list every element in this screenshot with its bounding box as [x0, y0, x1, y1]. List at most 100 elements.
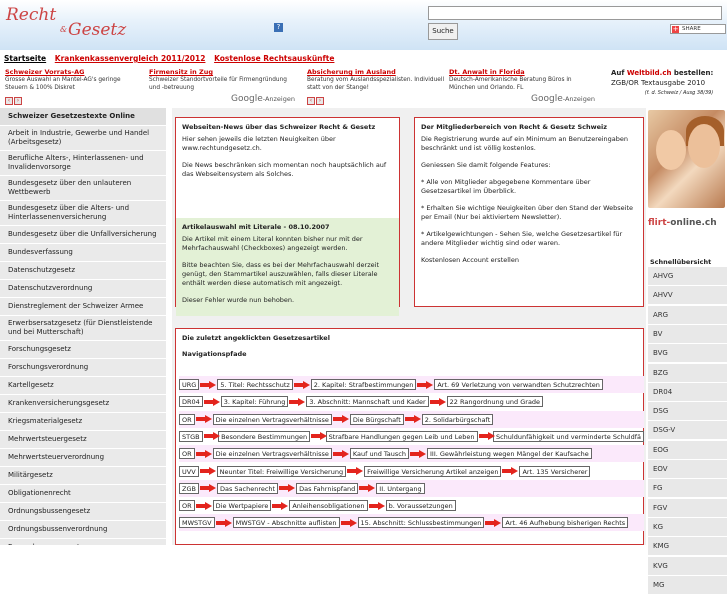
breadcrumb-link[interactable]: 22 Rangordnung und Grade [446, 396, 544, 408]
share-button[interactable]: + SHARE [670, 24, 726, 34]
breadcrumb-link[interactable]: Kauf und Tausch [349, 448, 409, 460]
help-icon[interactable]: ? [274, 23, 283, 32]
breadcrumb-link[interactable]: II. Untergang [376, 482, 425, 494]
breadcrumb-link[interactable]: Art. 69 Verletzung von verwandten Schutz… [434, 379, 603, 390]
breadcrumb-link[interactable]: Art. 46 Aufhebung bisherigen Rechts [502, 517, 629, 529]
ad-title[interactable]: Dt. Anwalt in Florida [449, 68, 587, 76]
create-account-link[interactable]: Kostenlosen Account erstellen [421, 256, 637, 265]
breadcrumb-link[interactable]: Schuldunfähigkeit und verminderte Schuld… [492, 430, 644, 442]
sidebar-item[interactable]: Erwerbsersatzgesetz (für Dienstleistende… [0, 315, 166, 340]
weltbild-link[interactable]: Weltbild.ch [627, 69, 672, 77]
sidebar-item[interactable]: Datenschutzgesetz [0, 261, 166, 279]
quick-link[interactable]: AHVG [648, 266, 727, 285]
breadcrumb-link[interactable]: III. Gewährleistung wegen Mängel der Kau… [426, 448, 592, 460]
sidebar-item[interactable]: Kartellgesetz [0, 376, 166, 394]
quick-link[interactable]: DR04 [648, 381, 727, 401]
breadcrumb-link[interactable]: Das Sachenrecht [216, 482, 279, 494]
breadcrumb-link[interactable]: Besondere Bestimmungen [218, 430, 311, 442]
sidebar-item[interactable]: Kriegsmaterialgesetz [0, 412, 166, 430]
quick-link[interactable]: DSG-V [648, 420, 727, 440]
sidebar-item[interactable]: Arbeit in Industrie, Gewerbe und Handel … [0, 125, 166, 150]
next-arrow-icon[interactable]: › [14, 97, 22, 105]
quick-link[interactable]: AHVV [648, 285, 727, 305]
breadcrumb-link[interactable]: Strafbare Handlungen gegen Leib und Lebe… [325, 430, 478, 442]
breadcrumb-link[interactable]: UVV [179, 465, 199, 477]
breadcrumb-link[interactable]: 3. Abschnitt: Mannschaft und Kader [306, 396, 429, 408]
flirt-logo[interactable]: flirt-online.ch [648, 218, 717, 228]
breadcrumb-link[interactable]: MWSTGV - Abschnitte auflisten [232, 517, 340, 529]
sidebar-item[interactable]: Bundesgesetz über die Alters- und Hinter… [0, 200, 166, 225]
ad-title[interactable]: Absicherung im Ausland [307, 68, 445, 76]
sidebar-item[interactable]: Obligationenrecht [0, 484, 166, 502]
sidebar-item[interactable]: Krankenversicherungsgesetz [0, 394, 166, 412]
breadcrumb-link[interactable]: ZGB [179, 482, 199, 494]
sidebar-item[interactable]: Datenschutzverordnung [0, 279, 166, 297]
search-button[interactable]: Suche [428, 23, 458, 40]
sidebar-item[interactable]: Dienstreglement der Schweizer Armee [0, 297, 166, 315]
sidebar-item[interactable]: Bundesverfassung [0, 243, 166, 261]
quick-link[interactable]: EOV [648, 459, 727, 478]
breadcrumb-link[interactable]: STGB [179, 430, 203, 442]
quick-link[interactable]: KMG [648, 536, 727, 556]
breadcrumb-link[interactable]: Neunter Titel: Freiwillige Versicherung [216, 465, 347, 477]
google-ads-label[interactable]: Google-Anzeigen [231, 94, 295, 104]
quick-link[interactable]: KVG [648, 555, 727, 575]
breadcrumb-link[interactable]: URG [179, 379, 200, 390]
breadcrumb-link[interactable]: 2. Solidarbürgschaft [421, 413, 494, 425]
ad-block[interactable]: Dt. Anwalt in Florida Deutsch-Amerikanisc… [449, 68, 587, 92]
breadcrumb-link[interactable]: Das Fahrnispfand [296, 482, 359, 494]
prev-arrow-icon[interactable]: ‹ [5, 97, 13, 105]
quick-link[interactable]: MG [648, 574, 727, 594]
ad-block[interactable]: Absicherung im Ausland Beratung vom Ausla… [307, 68, 445, 92]
breadcrumb-link[interactable]: 3. Kapitel: Führung [220, 396, 289, 408]
site-logo[interactable]: Recht & Gesetz [6, 2, 146, 48]
quick-link[interactable]: EOG [648, 439, 727, 459]
next-arrow-icon[interactable]: › [316, 97, 324, 105]
quick-link[interactable]: KG [648, 516, 727, 536]
nav-startseite[interactable]: Startseite [4, 54, 46, 63]
flirt-ad-image[interactable] [648, 110, 725, 208]
sidebar-item[interactable]: Ordnungsbussengesetz [0, 502, 166, 520]
breadcrumb-link[interactable]: Art. 135 Versicherer [519, 465, 591, 477]
breadcrumb-link[interactable]: DR04 [179, 396, 203, 408]
ad-title[interactable]: Schweizer Vorrats-AG [5, 68, 143, 76]
breadcrumb-link[interactable]: 15. Abschnitt: Schlussbestimmungen [357, 517, 485, 529]
weltbild-product[interactable]: ZGB/OR Textausgabe 2010 [611, 78, 713, 88]
sidebar-item[interactable]: Ordnungsbussenverordnung [0, 520, 166, 538]
quick-link[interactable]: BV [648, 323, 727, 343]
quick-link[interactable]: FGV [648, 497, 727, 517]
nav-krankenkassenvergleich[interactable]: Krankenkassenvergleich 2011/2012 [55, 54, 206, 63]
quick-link[interactable]: ARG [648, 304, 727, 324]
breadcrumb-link[interactable]: Die einzelnen Vertragsverhältnisse [212, 448, 332, 460]
sidebar-item[interactable]: Mehrwertsteuergesetz [0, 430, 166, 448]
sidebar-item[interactable]: Bundesgesetz über die Unfallversicherung [0, 225, 166, 243]
nav-rechtsauskuenfte[interactable]: Kostenlose Rechtsauskünfte [214, 54, 334, 63]
ad-block[interactable]: Firmensitz in Zug Schweizer Standortvorte… [149, 68, 287, 92]
breadcrumb-link[interactable]: MWSTGV [179, 517, 215, 529]
breadcrumb-link[interactable]: Freiwillige Versicherung Artikel anzeige… [364, 465, 502, 477]
breadcrumb-link[interactable]: Anleihensobligationen [289, 500, 368, 512]
breadcrumb-link[interactable]: 5. Titel: Rechtsschutz [217, 379, 293, 390]
ad-title[interactable]: Firmensitz in Zug [149, 68, 287, 76]
sidebar-item[interactable]: Forschungsverordnung [0, 358, 166, 376]
quick-link[interactable]: FG [648, 478, 727, 498]
breadcrumb-link[interactable]: Die einzelnen Vertragsverhältnisse [212, 413, 332, 425]
quick-link[interactable]: BZG [648, 362, 727, 382]
breadcrumb-link[interactable]: b. Voraussetzungen [385, 500, 456, 512]
sidebar-item[interactable]: Bundesgesetz über den unlauteren Wettbew… [0, 175, 166, 200]
breadcrumb-link[interactable]: Die Bürgschaft [349, 413, 404, 425]
search-input[interactable] [428, 6, 722, 20]
sidebar-item[interactable]: Militärgesetz [0, 466, 166, 484]
sidebar-item[interactable]: Mehrwertsteuerverordnung [0, 448, 166, 466]
breadcrumb-link[interactable]: 2. Kapitel: Strafbestimmungen [310, 379, 417, 390]
ad-block[interactable]: Schweizer Vorrats-AG Grosse Auswahl an Ma… [5, 68, 143, 92]
quick-link[interactable]: BVG [648, 343, 727, 363]
breadcrumb-link[interactable]: OR [179, 500, 195, 512]
sidebar-item[interactable]: Berufliche Alters-, Hinterlassenen- und … [0, 150, 166, 175]
breadcrumb-link[interactable]: OR [179, 448, 195, 460]
breadcrumb-link[interactable]: OR [179, 413, 195, 425]
prev-arrow-icon[interactable]: ‹ [307, 97, 315, 105]
sidebar-item[interactable]: Forschungsgesetz [0, 340, 166, 358]
google-ads-label[interactable]: Google-Anzeigen [531, 94, 595, 104]
quick-link[interactable]: DSG [648, 401, 727, 421]
